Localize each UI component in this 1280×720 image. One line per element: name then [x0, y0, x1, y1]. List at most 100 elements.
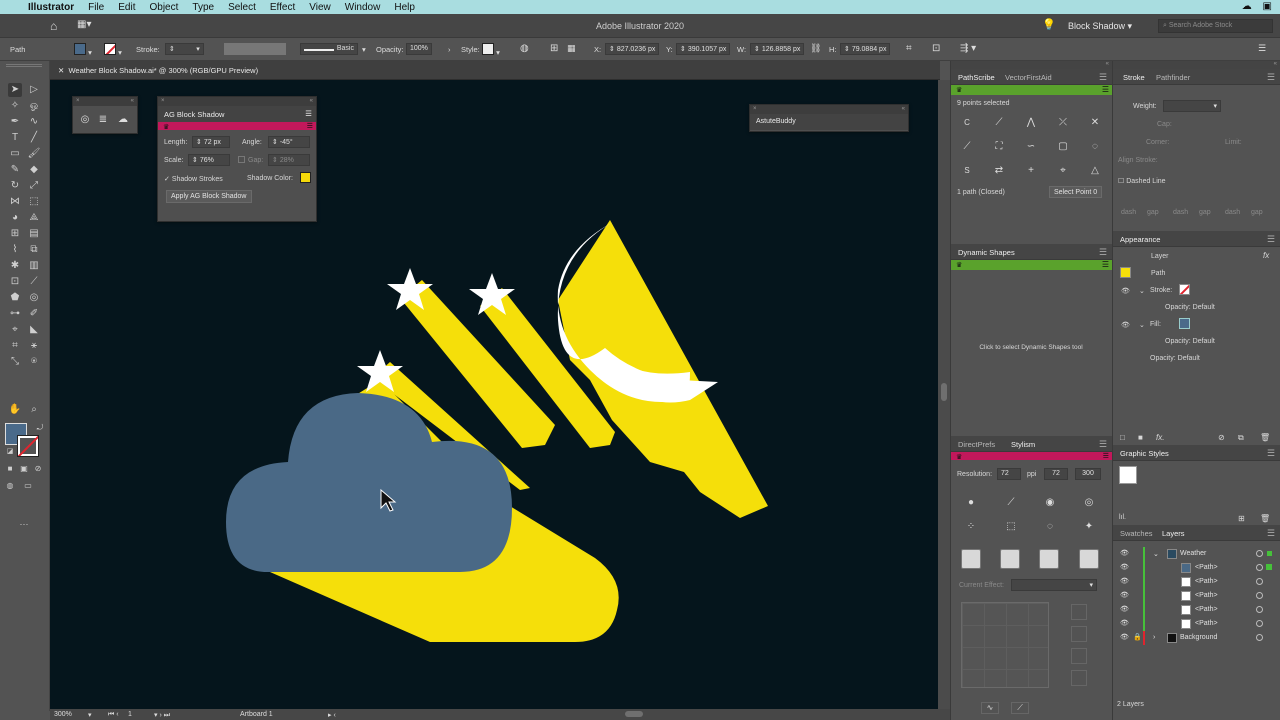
panel-menu-icon[interactable]: ☰	[1267, 448, 1275, 459]
tab-directprefs[interactable]: DirectPrefs	[958, 440, 995, 449]
preset-72-button[interactable]: 72	[1044, 468, 1068, 480]
variable-width-profile[interactable]	[224, 43, 286, 55]
spiral-icon[interactable]: ◎	[77, 112, 93, 128]
horizontal-scroll-thumb[interactable]	[625, 711, 643, 717]
scissors-tool-icon[interactable]: ⍟	[27, 355, 41, 369]
document-tab[interactable]: ✕ Weather Block Shadow.ai* @ 300% (RGB/G…	[58, 66, 258, 75]
tab-stylism[interactable]: Stylism	[1011, 440, 1035, 449]
transform-effect-icon[interactable]: ⬚	[1003, 519, 1019, 535]
scale-tool-icon[interactable]: ⤢	[27, 179, 41, 193]
appearance-fill-swatch[interactable]	[1179, 318, 1190, 329]
panel-menu-icon[interactable]: ☰	[1267, 528, 1275, 539]
cloud[interactable]	[226, 393, 512, 572]
fill-swatch[interactable]: ▾	[74, 43, 92, 57]
effect-slot-1[interactable]	[1071, 604, 1087, 620]
menu-file[interactable]: File	[88, 2, 104, 13]
add-stroke-icon[interactable]: □	[1120, 433, 1125, 442]
mesh-tool-icon[interactable]: ⊞	[8, 227, 22, 241]
control-panel-menu-icon[interactable]: ☰	[1258, 43, 1266, 54]
expand-icon[interactable]: ⌄	[1139, 287, 1145, 295]
shape-builder-icon[interactable]: ◕	[8, 211, 22, 225]
tab-swatches[interactable]: Swatches	[1120, 529, 1153, 538]
new-style-icon[interactable]: ⊞	[1238, 514, 1245, 523]
direct-selection-tool-icon[interactable]: ▷	[27, 83, 41, 97]
fx-icon[interactable]: fx	[1263, 251, 1269, 260]
free-transform-icon[interactable]: ⬚	[27, 195, 41, 209]
tab-pathfinder[interactable]: Pathfinder	[1156, 73, 1190, 82]
tab-pathscribe[interactable]: PathScribe	[958, 73, 995, 82]
vertical-scrollbar[interactable]	[938, 80, 950, 709]
bar-menu-icon[interactable]: ☰	[1102, 260, 1109, 269]
tab-layers[interactable]: Layers	[1162, 529, 1185, 538]
default-fill-stroke-icon[interactable]: ◪	[3, 445, 17, 459]
weight-field[interactable]: ▾	[1163, 100, 1221, 112]
style-preset-4[interactable]	[1079, 549, 1099, 569]
duplicate-item-icon[interactable]: ⧉	[1238, 433, 1244, 443]
lightbulb-icon[interactable]: 💡	[1042, 18, 1056, 31]
apply-block-shadow-button[interactable]: Apply AG Block Shadow	[166, 190, 252, 203]
appearance-stroke[interactable]: Stroke:	[1150, 287, 1172, 294]
brush-definition[interactable]: Basic	[300, 43, 358, 55]
x-field[interactable]: ⇕ 827.0236 px	[605, 43, 660, 55]
extension-icon[interactable]: ▣	[1263, 1, 1272, 12]
edit-toolbar-icon[interactable]: ···	[17, 517, 31, 531]
slice-tool-icon[interactable]: ⟋	[27, 275, 41, 289]
align-icon[interactable]: ⊞	[550, 43, 558, 54]
gap-checkbox[interactable]	[238, 156, 245, 163]
width-tool-icon[interactable]: ⋈	[8, 195, 22, 209]
panel-menu-icon[interactable]: ☰	[1099, 247, 1107, 258]
slice-select-icon[interactable]: ⤡	[8, 355, 22, 369]
expand-icon[interactable]: ⌄	[1139, 321, 1145, 329]
wave-icon[interactable]: ∽	[1023, 139, 1039, 155]
line-tool-icon[interactable]: ╱	[27, 131, 41, 145]
shaper-tool-icon[interactable]: ✎	[8, 163, 22, 177]
close-icon[interactable]: ×	[76, 98, 80, 104]
workspace-switcher[interactable]: Block Shadow ▾	[1068, 21, 1132, 32]
tab-stroke[interactable]: Stroke	[1123, 73, 1145, 82]
zoom-tool-icon[interactable]: ⌕	[27, 403, 41, 417]
effect-slot-4[interactable]	[1071, 670, 1087, 686]
style-preset-2[interactable]	[1000, 549, 1020, 569]
collapse-icon[interactable]: «	[310, 98, 313, 104]
angle-field[interactable]: ⇕ -45°	[268, 136, 310, 148]
reference-point-icon[interactable]: ▦	[567, 43, 576, 54]
stroke-weight-field[interactable]: ⇕ ▾	[165, 43, 204, 55]
stroke-opacity[interactable]: Opacity: Default	[1165, 304, 1215, 311]
h-field[interactable]: ⇕ 79.0884 px	[840, 43, 891, 55]
arrange-icon[interactable]: ⇶ ▾	[960, 43, 976, 54]
selection-tool-icon[interactable]: ➤	[8, 83, 22, 97]
gap-field[interactable]: ⇕ 28%	[268, 154, 310, 166]
effect-slot-2[interactable]	[1071, 626, 1087, 642]
pen-tool-icon[interactable]: ✒	[8, 115, 22, 129]
resolution-field[interactable]: 72	[997, 468, 1021, 480]
dock-collapse-icon[interactable]: «	[1113, 61, 1280, 69]
dynamic-shapes-tool-icon[interactable]: ⬟	[8, 291, 22, 305]
panel-menu-icon[interactable]: ☰	[1267, 72, 1275, 83]
w-field[interactable]: ⇕ 126.8858 px	[750, 43, 805, 55]
gradient-mode-icon[interactable]: ▣	[17, 462, 31, 476]
tab-vectorfirstaid[interactable]: VectorFirstAid	[1005, 73, 1052, 82]
panel-menu-icon[interactable]: ☰	[1099, 439, 1107, 450]
lasso-icon[interactable]: ஓ	[27, 99, 41, 113]
scale-field[interactable]: ⇕ 76%	[188, 154, 230, 166]
line-effect-button[interactable]: ⟋	[1011, 702, 1029, 714]
scatter-icon[interactable]: ⁘	[963, 519, 979, 535]
lines-icon[interactable]: ≣	[95, 112, 111, 128]
fill-opacity[interactable]: Opacity: Default	[1165, 338, 1215, 345]
wave-effect-button[interactable]: ∿	[981, 702, 999, 714]
symbol-sprayer-icon[interactable]: ✱	[8, 259, 22, 273]
shadow-color-swatch[interactable]	[300, 172, 311, 183]
gradient-tool-icon[interactable]: ▤	[27, 227, 41, 241]
constrain-proportions-icon[interactable]: ⛓	[810, 43, 821, 54]
menu-type[interactable]: Type	[192, 2, 214, 13]
bar-menu-icon[interactable]: ☰	[307, 122, 313, 130]
transform-icon[interactable]: ⌗	[906, 43, 912, 54]
object-opacity[interactable]: Opacity: Default	[1150, 355, 1200, 362]
layer-row[interactable]: 👁 <Path>	[1113, 603, 1279, 617]
menu-effect[interactable]: Effect	[270, 2, 295, 13]
type-tool-icon[interactable]: T	[8, 131, 22, 145]
artboard-tool-icon[interactable]: ⊡	[8, 275, 22, 289]
zoom-level[interactable]: 300%	[54, 711, 72, 718]
glow-icon[interactable]: ◌	[1042, 519, 1058, 535]
stock-search-input[interactable]: ⌕ Search Adobe Stock	[1158, 19, 1273, 33]
